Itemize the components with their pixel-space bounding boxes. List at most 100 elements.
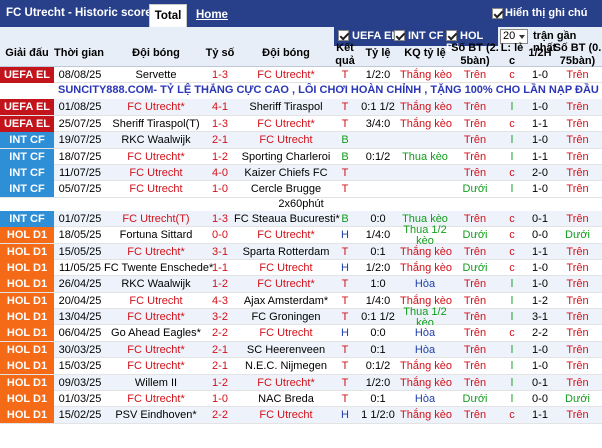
away-team[interactable]: FC Utrecht <box>234 409 338 421</box>
half-score: 1-0 <box>532 134 548 147</box>
home-team[interactable]: FC Utrecht* <box>104 344 208 356</box>
away-team[interactable]: FC Utrecht* <box>234 69 338 81</box>
filter-uefa[interactable]: UEFA EL <box>338 30 398 42</box>
table-row[interactable]: HOL D1 15/02/25 PSV Eindhoven* 2-2 FC Utrech… <box>0 407 602 424</box>
away-team[interactable]: Ajax Amsterdam* <box>234 295 338 307</box>
away-team[interactable]: FC Steaua Bucuresti* <box>234 213 340 225</box>
match-date: 15/05/25 <box>58 245 102 258</box>
odd-even: l <box>510 294 514 307</box>
uefa-checkbox[interactable] <box>338 30 349 41</box>
hol-checkbox[interactable] <box>446 30 457 41</box>
ad-text[interactable]: SUNCITY888.COM- TỶ LỆ THẮNG CỰC CAO , LÔ… <box>58 84 599 96</box>
table-row[interactable]: HOL D1 09/03/25 Willem II 1-2 FC Utrecht* T 1/… <box>0 374 602 392</box>
league-badge: HOL D1 <box>0 276 54 293</box>
table-row[interactable]: INT CF 18/07/25 FC Utrecht* 1-2 Sporting Cha… <box>0 148 602 165</box>
match-date: 20/04/25 <box>58 294 102 307</box>
home-team[interactable]: Go Ahead Eagles* <box>104 327 208 339</box>
home-team[interactable]: FC Utrecht <box>104 167 208 179</box>
away-team[interactable]: FC Utrecht* <box>234 278 338 290</box>
table-row[interactable]: HOL D1 20/04/25 FC Utrecht 4-3 Ajax Amsterda… <box>0 292 602 310</box>
table-row[interactable]: HOL D1 18/05/25 Fortuna Sittard 0-0 FC Utrec… <box>0 225 602 247</box>
home-team[interactable]: Willem II <box>104 377 208 389</box>
home-team[interactable]: Fortuna Sittard <box>104 229 208 241</box>
league-badge: INT CF <box>0 210 54 227</box>
away-team[interactable]: NAC Breda <box>234 393 338 405</box>
table-row[interactable]: HOL D1 06/04/25 Go Ahead Eagles* 2-2 FC Utre… <box>0 325 602 342</box>
table-row[interactable]: HOL D1 15/03/25 FC Utrecht* 2-1 N.E.C. Nijme… <box>0 358 602 375</box>
table-row[interactable]: UEFA EL 08/08/25 Servette 1-3 FC Utrecht* T 1/… <box>0 67 602 84</box>
odd-even: c <box>509 166 515 179</box>
home-team[interactable]: FC Utrecht(T) <box>104 213 208 225</box>
odds-result: Thua kèo <box>402 150 448 163</box>
goals-075: Dưới <box>565 393 590 406</box>
home-team[interactable]: PSV Eindhoven* <box>104 409 208 421</box>
home-team[interactable]: FC Utrecht <box>104 183 208 195</box>
score: 4-0 <box>212 166 228 179</box>
home-team[interactable]: Servette <box>104 69 208 81</box>
odds: 0:0 <box>370 327 386 340</box>
league-badge: HOL D1 <box>0 227 54 244</box>
odds-result: Thắng kèo <box>400 409 452 422</box>
away-team[interactable]: FC Groningen <box>234 311 338 323</box>
table-row[interactable]: HOL D1 01/03/25 FC Utrecht* 1-0 NAC Breda T 0:… <box>0 391 602 408</box>
col-oddeven-l1: L: lẻ <box>500 42 524 54</box>
score: 1-2 <box>212 278 228 291</box>
home-team[interactable]: FC Utrecht* <box>104 311 208 323</box>
home-team[interactable]: Sheriff Tiraspol(T) <box>104 118 208 130</box>
match-date: 08/08/25 <box>58 69 102 81</box>
ad-banner[interactable]: SUNCITY888.COM- TỶ LỆ THẮNG CỰC CAO , LÔ… <box>0 83 602 100</box>
home-team[interactable]: FC Utrecht* <box>104 360 208 372</box>
away-team[interactable]: Cercle Brugge <box>234 183 338 195</box>
table-row[interactable]: INT CF 05/07/25 FC Utrecht 1-0 Cercle Brugge… <box>0 181 602 198</box>
home-team[interactable]: FC Utrecht <box>104 295 208 307</box>
tab-home[interactable]: Home <box>196 4 228 27</box>
away-team[interactable]: N.E.C. Nijmegen <box>234 360 338 372</box>
odds-result: Hòa <box>414 393 436 406</box>
away-team[interactable]: FC Utrecht <box>234 327 338 339</box>
score: 4-3 <box>212 294 228 307</box>
score: 1-1 <box>212 261 228 274</box>
goals-25: Trên <box>463 69 487 81</box>
table-row[interactable]: INT CF 01/07/25 FC Utrecht(T) 1-3 FC Steaua … <box>0 210 602 228</box>
tab-total[interactable]: Total <box>149 4 187 27</box>
half-score: 1-0 <box>532 69 548 81</box>
home-team[interactable]: FC Utrecht* <box>104 101 208 113</box>
away-team[interactable]: FC Utrecht* <box>234 229 338 241</box>
table-row[interactable]: HOL D1 11/05/25 FC Twente Enschede* 1-1 FC U… <box>0 259 602 277</box>
home-team[interactable]: FC Utrecht* <box>104 393 208 405</box>
table-row[interactable]: HOL D1 15/05/25 FC Utrecht* 3-1 Sparta Rotte… <box>0 243 602 260</box>
away-team[interactable]: FC Utrecht* <box>234 118 338 130</box>
away-team[interactable]: Sparta Rotterdam <box>234 246 338 258</box>
match-date: 25/07/25 <box>58 117 102 130</box>
result: H <box>341 409 349 422</box>
score: 3-2 <box>212 311 228 324</box>
table-row[interactable]: HOL D1 30/03/25 FC Utrecht* 2-1 SC Heerenvee… <box>0 341 602 359</box>
table-row[interactable]: UEFA EL 25/07/25 Sheriff Tiraspol(T) 1-3 FC … <box>0 115 602 133</box>
home-team[interactable]: FC Utrecht* <box>104 246 208 258</box>
home-team[interactable]: RKC Waalwijk <box>104 134 208 146</box>
home-team[interactable]: FC Twente Enschede* <box>104 262 213 274</box>
table-row[interactable]: HOL D1 13/04/25 FC Utrecht* 3-2 FC Groningen… <box>0 307 602 329</box>
show-notes-checkbox[interactable] <box>492 8 503 19</box>
table-row[interactable]: INT CF 19/07/25 RKC Waalwijk 2-1 FC Utrecht B… <box>0 132 602 149</box>
filter-intcf[interactable]: INT CF <box>394 30 443 42</box>
home-team[interactable]: FC Utrecht* <box>104 151 208 163</box>
home-team[interactable]: RKC Waalwijk <box>104 278 208 290</box>
half-score: 1-2 <box>532 294 548 307</box>
table-row[interactable]: HOL D1 26/04/25 RKC Waalwijk 1-2 FC Utrecht*… <box>0 276 602 293</box>
odds-result: Thắng kèo <box>400 261 452 274</box>
away-team[interactable]: FC Utrecht <box>234 134 338 146</box>
away-team[interactable]: FC Utrecht* <box>234 377 338 389</box>
col-odds: Tỷ lệ <box>365 47 391 59</box>
away-team[interactable]: Kaizer Chiefs FC <box>234 167 338 179</box>
table-row[interactable]: INT CF 11/07/25 FC Utrecht 4-0 Kaizer Chiefs… <box>0 164 602 182</box>
away-team[interactable]: FC Utrecht <box>234 262 338 274</box>
away-team[interactable]: Sporting Charleroi <box>234 151 338 163</box>
away-team[interactable]: SC Heerenveen <box>234 344 338 356</box>
odds: 0:1/2 <box>365 360 391 373</box>
goals-25: Trên <box>463 134 487 147</box>
goals-075: Trên <box>566 409 589 422</box>
away-team[interactable]: Sheriff Tiraspol <box>234 101 338 113</box>
table-row[interactable]: UEFA EL 01/08/25 FC Utrecht* 4-1 Sheriff Tir… <box>0 99 602 116</box>
intcf-checkbox[interactable] <box>394 30 405 41</box>
